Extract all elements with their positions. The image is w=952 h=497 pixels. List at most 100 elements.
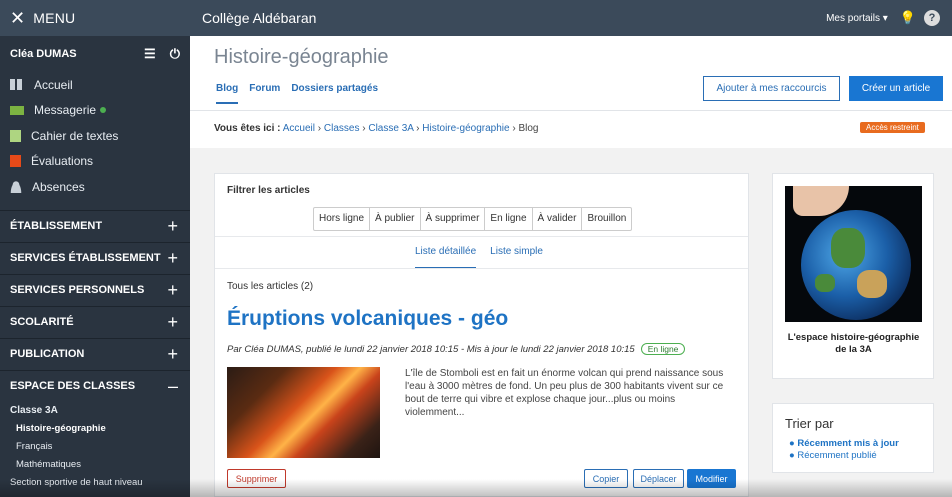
page-header: Histoire-géographie Blog Forum Dossiers … [190,36,952,148]
class-link-histoire[interactable]: Histoire-géographie [10,420,190,438]
sort-option-published[interactable]: ● Récemment publié [789,450,877,461]
minus-icon[interactable]: – [168,376,178,397]
close-icon[interactable]: ✕ [10,9,25,27]
section-espace-classes[interactable]: ESPACE DES CLASSES – [0,369,190,402]
class-link-francais[interactable]: Français [10,438,190,456]
filter-brouillon[interactable]: Brouillon [582,208,631,230]
copy-button[interactable]: Copier [584,469,628,488]
portals-dropdown[interactable]: Mes portails ▾ [826,13,888,24]
breadcrumb-link[interactable]: Histoire-géographie [422,123,509,134]
sidebar-item-label: Accueil [34,77,73,92]
breadcrumb: Vous êtes ici : Accueil › Classes › Clas… [214,123,539,134]
plus-icon[interactable]: + [167,216,178,237]
power-icon[interactable]: ⏻ [170,46,180,62]
tab-blog[interactable]: Blog [216,83,239,104]
status-badge: En ligne [640,343,686,355]
tabs: Blog Forum Dossiers partagés [216,83,389,104]
help-icon[interactable]: ? [924,10,940,26]
filter-a-publier[interactable]: À publier [370,208,421,230]
section-scolarite[interactable]: SCOLARITÉ + [0,305,190,338]
filter-en-ligne[interactable]: En ligne [485,208,533,230]
divider [215,268,748,269]
view-simple[interactable]: Liste simple [490,246,543,269]
filter-hors-ligne[interactable]: Hors ligne [314,208,371,230]
sort-card: Trier par ● Récemment mis à jour ● Récem… [772,403,934,473]
filter-a-valider[interactable]: À valider [533,208,583,230]
tab-forum[interactable]: Forum [249,83,280,104]
card-caption: L'espace histoire-géographie de la 3A [787,332,920,355]
unread-dot [100,107,107,114]
article-list-card: Filtrer les articles Hors ligne À publie… [214,173,749,497]
sidebar-item-evaluations[interactable]: Évaluations [0,149,190,175]
article-count: Tous les articles (2) [227,281,314,292]
sidebar-item-label: Messagerie [34,103,97,118]
site-name[interactable]: Collège Aldébaran [202,10,826,26]
view-tabs: Liste détaillée Liste simple [415,246,557,269]
globe-image [785,186,922,322]
article-title[interactable]: Éruptions volcaniques - géo [227,307,508,331]
section-services-personnels[interactable]: SERVICES PERSONNELS + [0,273,190,306]
user-row: Cléa DUMAS ☰ ⏻ [0,36,190,72]
lightbulb-icon[interactable]: 💡 [900,10,916,26]
breadcrumb-link[interactable]: Classes [324,123,360,134]
plus-icon[interactable]: + [167,280,178,301]
menu-label: MENU [33,10,76,26]
delete-button[interactable]: Supprimer [227,469,286,488]
sidebar-item-messagerie[interactable]: Messagerie [0,98,190,124]
class-name[interactable]: Classe 3A [10,402,190,420]
sidebar-item-absences[interactable]: Absences [0,174,190,200]
class-link-section-sportive[interactable]: Section sportive de haut niveau [10,474,190,492]
land-shape [831,228,865,268]
section-label: SERVICES PERSONNELS [10,284,145,296]
menu-toggle[interactable]: ✕ MENU [0,0,190,36]
sort-option-updated[interactable]: ● Récemment mis à jour [789,438,899,449]
article-thumbnail-lava[interactable] [227,367,380,458]
article-excerpt: L'île de Stomboli est en fait un énorme … [405,368,724,418]
section-services-etablissement[interactable]: SERVICES ÉTABLISSEMENT + [0,241,190,274]
tab-dossiers[interactable]: Dossiers partagés [291,83,378,104]
filter-a-supprimer[interactable]: À supprimer [421,208,486,230]
sidebar: ✕ MENU Cléa DUMAS ☰ ⏻ Accueil Messagerie… [0,0,190,497]
class-link-maths[interactable]: Mathématiques [10,456,190,474]
globe [801,210,911,320]
grid-icon [10,79,24,91]
article-meta-text: Par Cléa DUMAS, publié le lundi 22 janvi… [227,343,635,355]
create-article-button[interactable]: Créer un article [849,76,943,101]
envelope-icon [10,105,24,115]
edit-button[interactable]: Modifier [687,469,736,488]
move-button[interactable]: Déplacer [633,469,684,488]
divider [190,110,952,111]
settings-sliders-icon[interactable]: ☰ [144,46,156,62]
breadcrumb-link[interactable]: Classe 3A [368,123,413,134]
filter-group: Hors ligne À publier À supprimer En lign… [313,207,633,231]
land-shape [815,274,835,292]
plus-icon[interactable]: + [167,344,178,365]
article-meta: Par Cléa DUMAS, publié le lundi 22 janvi… [227,343,686,355]
sort-title: Trier par [785,416,834,431]
page-title: Histoire-géographie [214,46,389,68]
filter-title: Filtrer les articles [227,185,310,196]
land-shape [857,270,887,298]
breadcrumb-prefix: Vous êtes ici : [214,123,281,134]
section-publication[interactable]: PUBLICATION + [0,337,190,370]
add-shortcut-button[interactable]: Ajouter à mes raccourcis [703,76,840,101]
view-detailed[interactable]: Liste détaillée [415,246,477,269]
sidebar-item-label: Cahier de textes [31,128,119,143]
divider [215,236,748,237]
section-label: SCOLARITÉ [10,316,74,328]
caret-down-icon: ▾ [882,12,888,24]
plus-icon[interactable]: + [167,312,178,333]
plus-icon[interactable]: + [167,248,178,269]
portals-label: Mes portails [826,12,880,24]
person-icon [10,180,22,193]
sidebar-item-cahier[interactable]: Cahier de textes [0,123,190,149]
sort-option-label: Récemment publié [797,450,877,461]
class-space-card: L'espace histoire-géographie de la 3A [772,173,934,379]
user-name[interactable]: Cléa DUMAS [10,48,130,60]
section-label: SERVICES ÉTABLISSEMENT [10,252,161,264]
section-etablissement[interactable]: ÉTABLISSEMENT + [0,209,190,242]
sidebar-item-label: Évaluations [31,154,94,169]
sidebar-item-accueil[interactable]: Accueil [0,72,190,98]
breadcrumb-link[interactable]: Accueil [283,123,315,134]
sidebar-item-label: Absences [32,179,85,194]
